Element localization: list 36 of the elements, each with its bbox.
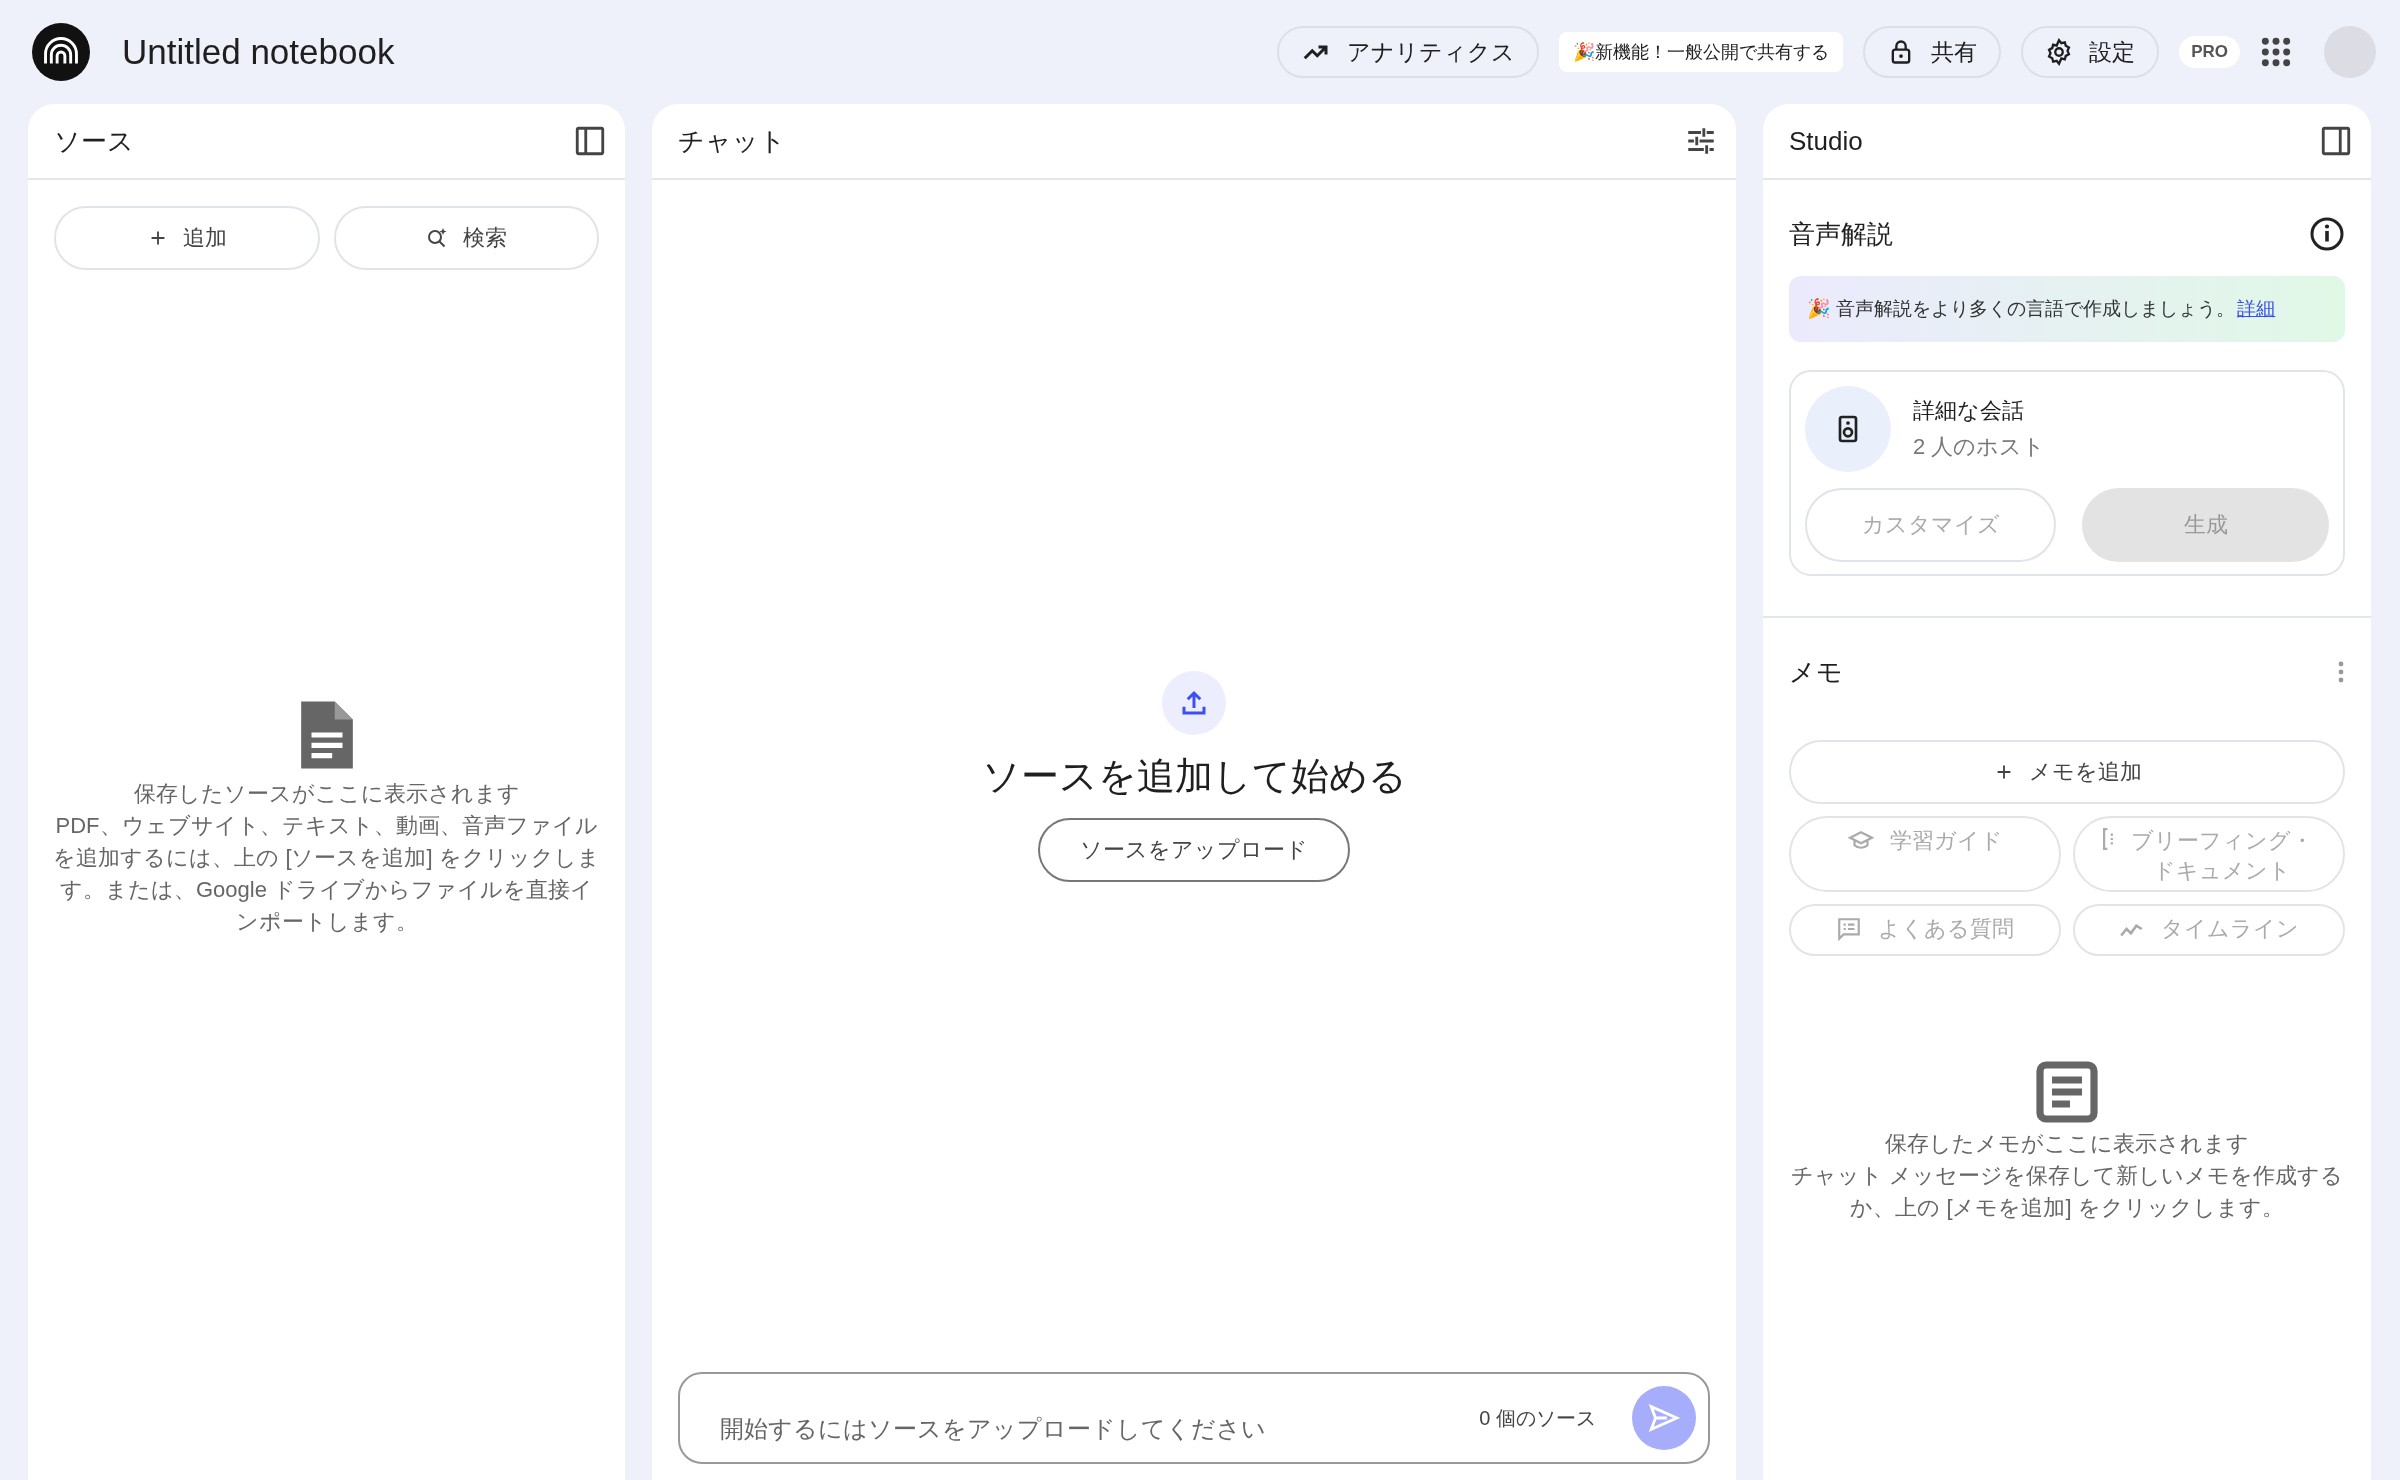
upload-source-button[interactable]: ソースをアップロード (1038, 817, 1350, 882)
search-source-button[interactable]: 検索 (333, 206, 599, 270)
details-link[interactable]: 詳細 (2237, 298, 2276, 319)
notebook-title[interactable]: Untitled notebook (122, 32, 395, 72)
apps-grid-icon[interactable] (2260, 36, 2292, 68)
banner-text: 🎉 音声解説をより多くの言語で作成しましょう。詳細 (1807, 297, 2276, 321)
panel-title: Studio (1789, 125, 1863, 157)
settings-button[interactable]: 設定 (2021, 26, 2160, 78)
empty-state-title: 保存したソースがここに表示されます (133, 780, 520, 808)
empty-state-text: PDF、ウェブサイト、テキスト、動画、音声ファイルを追加するには、上の [ソースを追加] をクリックします。または、Google ドライブからファイルを直接インポートします。 (52, 812, 601, 936)
card-subtitle: 2 人のホスト (1913, 433, 2046, 461)
add-note-button[interactable]: メモを追加 (1789, 740, 2345, 804)
section-title: メモ (1789, 655, 1843, 689)
logo-icon[interactable] (32, 23, 90, 81)
analytics-button[interactable]: アナリティクス (1277, 26, 1540, 78)
search-sparkle-icon (425, 226, 450, 250)
sidebar-toggle-icon[interactable] (573, 124, 607, 158)
section-title: 音声解説 (1789, 217, 1893, 251)
announcement-button[interactable]: 🎉新機能！一般公開で共有する (1559, 32, 1844, 72)
send-icon (1647, 1401, 1681, 1435)
panel-toggle-icon[interactable] (2319, 124, 2353, 158)
chat-input-field[interactable]: 開始するにはソースをアップロードしてください 0 個のソース (678, 1372, 1710, 1464)
empty-chat-heading: ソースを追加して始める (981, 753, 1407, 799)
info-icon[interactable] (2309, 216, 2345, 252)
panel-title: ソース (54, 124, 134, 158)
source-count: 0 個のソース (1479, 1405, 1596, 1431)
add-source-button[interactable]: 追加 (54, 206, 320, 270)
empty-state-title: 保存したメモがここに表示されます (1885, 1130, 2249, 1158)
chat-list-icon (1836, 916, 1862, 942)
message-input[interactable]: 開始するにはソースをアップロードしてください (718, 1392, 1480, 1444)
plan-badge: PRO (2179, 36, 2240, 68)
document-icon (2103, 828, 2115, 850)
empty-state-text: チャット メッセージを保存して新しいメモを作成するか、上の [メモを追加] をクリックします。 (1789, 1162, 2345, 1222)
share-button[interactable]: 共有 (1863, 26, 2002, 78)
panel-title: チャット (678, 124, 786, 158)
card-title: 詳細な会話 (1913, 397, 2025, 425)
